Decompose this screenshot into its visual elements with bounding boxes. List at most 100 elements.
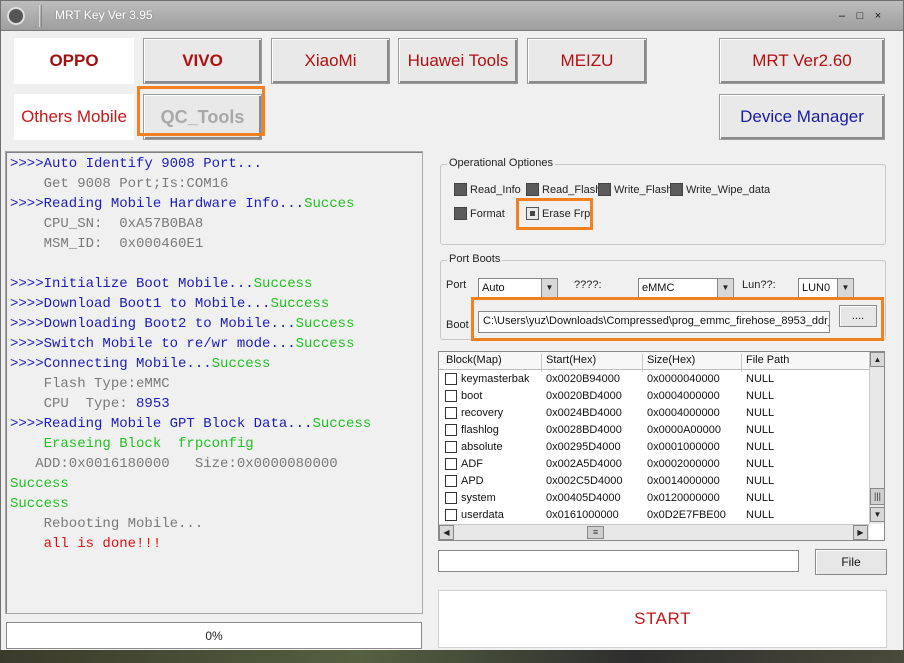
table-row[interactable]: userdata 0x0161000000 0x0D2E7FBE00 NULL bbox=[439, 507, 869, 524]
table-cell: 0x0000040000 bbox=[647, 373, 720, 385]
row-checkbox[interactable] bbox=[445, 373, 457, 385]
desktop-background bbox=[0, 650, 904, 663]
tab-vivo[interactable]: VIVO bbox=[143, 38, 262, 84]
app-icon[interactable] bbox=[7, 7, 25, 25]
tab-oppo[interactable]: OPPO bbox=[14, 38, 134, 84]
chevron-down-icon[interactable]: ▼ bbox=[837, 279, 853, 297]
log-line: >>>>Reading Mobile GPT Block Data...Succ… bbox=[10, 416, 372, 432]
row-checkbox[interactable] bbox=[445, 458, 457, 470]
row-checkbox[interactable] bbox=[445, 492, 457, 504]
column-header[interactable]: Start(Hex) bbox=[546, 354, 596, 366]
block-table: Block(Map) Start(Hex) Size(Hex) File Pat… bbox=[438, 351, 885, 541]
device-manager-button[interactable]: Device Manager bbox=[719, 94, 885, 140]
table-cell: 0x0020B94000 bbox=[546, 373, 621, 385]
table-cell: 0x0014000000 bbox=[647, 475, 720, 487]
table-cell: 0x00295D4000 bbox=[546, 441, 621, 453]
log-line: CPU_SN: 0xA57B0BA8 bbox=[10, 216, 204, 232]
table-cell: absolute bbox=[461, 441, 503, 453]
column-header[interactable]: Block(Map) bbox=[446, 354, 502, 366]
log-line: >>>>Reading Mobile Hardware Info...Succe… bbox=[10, 196, 355, 212]
file-path-input[interactable] bbox=[438, 550, 799, 572]
log-line: >>>>Connecting Mobile...Success bbox=[10, 356, 271, 372]
table-cell: 0x002A5D4000 bbox=[546, 458, 622, 470]
read-flash-checkbox[interactable]: Read_Flash bbox=[526, 183, 601, 196]
table-row[interactable]: ADF 0x002A5D4000 0x0002000000 NULL bbox=[439, 456, 869, 473]
format-checkbox[interactable]: Format bbox=[454, 207, 505, 220]
scroll-up-icon[interactable]: ▲ bbox=[870, 352, 884, 367]
table-cell: NULL bbox=[746, 458, 775, 470]
table-cell: 0x0120000000 bbox=[647, 492, 720, 504]
tab-xiaomi[interactable]: XiaoMi bbox=[271, 38, 390, 84]
table-cell: 0x002C5D4000 bbox=[546, 475, 623, 487]
table-row[interactable]: system 0x00405D4000 0x0120000000 NULL bbox=[439, 490, 869, 507]
mrt-version-button[interactable]: MRT Ver2.60 bbox=[719, 38, 885, 84]
port-boots-title: Port Boots bbox=[447, 253, 503, 265]
horizontal-scrollbar[interactable]: ◀ ≡ ▶ bbox=[439, 524, 869, 540]
write-wipe-data-checkbox[interactable]: Write_Wipe_data bbox=[670, 183, 770, 196]
log-line: CPU Type: 8953 bbox=[10, 396, 170, 412]
tab-qc-tools[interactable]: QC_Tools bbox=[143, 94, 262, 140]
lun-select[interactable]: LUN0 ▼ bbox=[798, 278, 854, 298]
scroll-down-icon[interactable]: ▼ bbox=[870, 507, 884, 522]
row-checkbox[interactable] bbox=[445, 390, 457, 402]
log-line: >>>>Download Boot1 to Mobile...Success bbox=[10, 296, 330, 312]
log-line: all is done!!! bbox=[10, 536, 162, 552]
tab-meizu[interactable]: MEIZU bbox=[527, 38, 647, 84]
vertical-scroll-thumb[interactable]: ||| bbox=[870, 488, 884, 505]
app-window: MRT Key Ver 3.95 – □ × OPPO VIVO XiaoMi … bbox=[0, 0, 904, 663]
erase-frp-checkbox[interactable]: Erase Frp bbox=[526, 207, 590, 220]
table-row[interactable]: flashlog 0x0028BD4000 0x0000A00000 NULL bbox=[439, 422, 869, 439]
table-row[interactable]: keymasterbak 0x0020B94000 0x0000040000 NULL bbox=[439, 371, 869, 388]
table-row[interactable]: absolute 0x00295D4000 0x0001000000 NULL bbox=[439, 439, 869, 456]
scroll-left-icon[interactable]: ◀ bbox=[439, 525, 454, 540]
title-separator bbox=[39, 5, 42, 27]
file-button[interactable]: File bbox=[815, 549, 887, 575]
port-select[interactable]: Auto ▼ bbox=[478, 278, 558, 298]
vertical-scrollbar[interactable]: ▲ ||| ▼ bbox=[869, 352, 884, 524]
log-line: >>>>Initialize Boot Mobile...Success bbox=[10, 276, 313, 292]
log-line: Get 9008 Port;Is:COM16 bbox=[10, 176, 229, 192]
minimize-button[interactable]: – bbox=[835, 10, 849, 23]
chevron-down-icon[interactable]: ▼ bbox=[717, 279, 733, 297]
close-button[interactable]: × bbox=[871, 10, 885, 23]
table-cell: NULL bbox=[746, 390, 775, 402]
boot-browse-button[interactable]: .... bbox=[839, 305, 877, 327]
table-cell: 0x0161000000 bbox=[546, 509, 619, 521]
log-panel: >>>>Auto Identify 9008 Port... Get 9008 … bbox=[5, 151, 423, 614]
table-row[interactable]: recovery 0x0024BD4000 0x0004000000 NULL bbox=[439, 405, 869, 422]
tab-huawei-tools[interactable]: Huawei Tools bbox=[398, 38, 518, 84]
table-cell: 0x0028BD4000 bbox=[546, 424, 622, 436]
row-checkbox[interactable] bbox=[445, 441, 457, 453]
table-cell: userdata bbox=[461, 509, 504, 521]
table-cell: 0x0004000000 bbox=[647, 390, 720, 402]
column-header[interactable]: Size(Hex) bbox=[647, 354, 695, 366]
maximize-button[interactable]: □ bbox=[853, 10, 867, 23]
boot-path-field[interactable]: C:\Users\yuz\Downloads\Compressed\prog_e… bbox=[478, 311, 830, 333]
chevron-down-icon[interactable]: ▼ bbox=[541, 279, 557, 297]
table-cell: NULL bbox=[746, 492, 775, 504]
read-info-checkbox[interactable]: Read_Info bbox=[454, 183, 521, 196]
lun-label: Lun??: bbox=[742, 279, 776, 291]
row-checkbox[interactable] bbox=[445, 407, 457, 419]
table-cell: APD bbox=[461, 475, 484, 487]
column-header[interactable]: File Path bbox=[746, 354, 789, 366]
log-line: Success bbox=[10, 476, 69, 492]
table-cell: NULL bbox=[746, 424, 775, 436]
title-bar[interactable]: MRT Key Ver 3.95 – □ × bbox=[1, 1, 903, 31]
table-row[interactable]: boot 0x0020BD4000 0x0004000000 NULL bbox=[439, 388, 869, 405]
tab-others-mobile[interactable]: Others Mobile bbox=[14, 94, 134, 140]
table-cell: 0x0004000000 bbox=[647, 407, 720, 419]
storage-type-select[interactable]: eMMC ▼ bbox=[638, 278, 734, 298]
scroll-right-icon[interactable]: ▶ bbox=[853, 525, 868, 540]
table-cell: 0x0000A00000 bbox=[647, 424, 722, 436]
row-checkbox[interactable] bbox=[445, 509, 457, 521]
horizontal-scroll-thumb[interactable]: ≡ bbox=[587, 526, 604, 539]
log-line: Rebooting Mobile... bbox=[10, 516, 204, 532]
start-button[interactable]: START bbox=[438, 590, 887, 648]
row-checkbox[interactable] bbox=[445, 475, 457, 487]
operational-options-group: Operational Optiones bbox=[440, 157, 886, 245]
write-flash-checkbox[interactable]: Write_Flash bbox=[598, 183, 672, 196]
table-cell: NULL bbox=[746, 373, 775, 385]
row-checkbox[interactable] bbox=[445, 424, 457, 436]
table-row[interactable]: APD 0x002C5D4000 0x0014000000 NULL bbox=[439, 473, 869, 490]
